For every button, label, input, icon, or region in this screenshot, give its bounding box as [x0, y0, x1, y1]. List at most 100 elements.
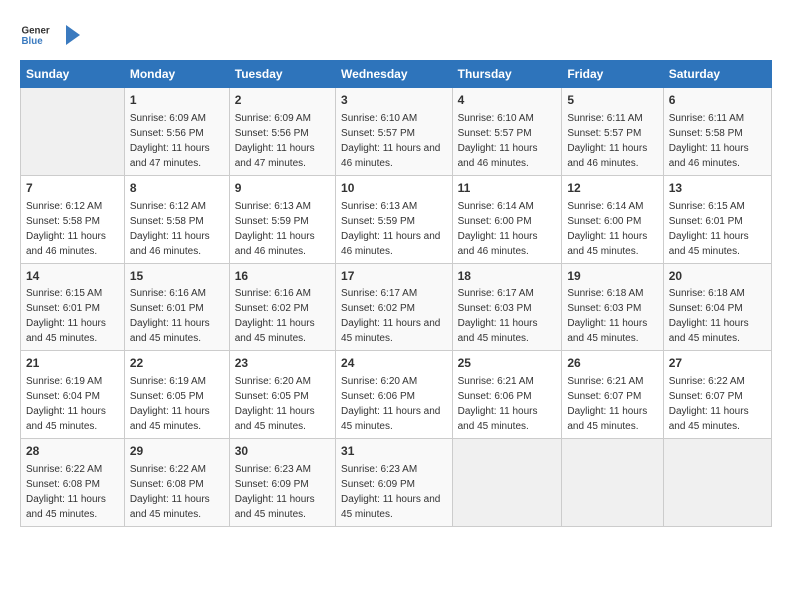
calendar-week-3: 14 Sunrise: 6:15 AMSunset: 6:01 PMDayligh… [21, 263, 772, 351]
calendar-cell [21, 88, 125, 176]
day-number: 23 [235, 355, 330, 372]
col-thursday: Thursday [452, 61, 562, 88]
cell-content: Sunrise: 6:20 AMSunset: 6:06 PMDaylight:… [341, 376, 440, 432]
cell-content: Sunrise: 6:10 AMSunset: 5:57 PMDaylight:… [341, 113, 440, 169]
calendar-cell: 4 Sunrise: 6:10 AMSunset: 5:57 PMDaylight… [452, 88, 562, 176]
col-sunday: Sunday [21, 61, 125, 88]
day-number: 20 [669, 268, 766, 285]
cell-content: Sunrise: 6:09 AMSunset: 5:56 PMDaylight:… [235, 113, 315, 169]
day-number: 24 [341, 355, 447, 372]
cell-content: Sunrise: 6:22 AMSunset: 6:08 PMDaylight:… [130, 464, 210, 520]
cell-content: Sunrise: 6:17 AMSunset: 6:02 PMDaylight:… [341, 288, 440, 344]
calendar-cell: 5 Sunrise: 6:11 AMSunset: 5:57 PMDaylight… [562, 88, 663, 176]
day-number: 29 [130, 443, 224, 460]
col-saturday: Saturday [663, 61, 771, 88]
cell-content: Sunrise: 6:23 AMSunset: 6:09 PMDaylight:… [341, 464, 440, 520]
calendar-table: Sunday Monday Tuesday Wednesday Thursday… [20, 60, 772, 527]
calendar-cell: 22 Sunrise: 6:19 AMSunset: 6:05 PMDayligh… [124, 351, 229, 439]
day-number: 31 [341, 443, 447, 460]
calendar-week-5: 28Sunrise: 6:22 AMSunset: 6:08 PMDayligh… [21, 439, 772, 527]
calendar-week-2: 7 Sunrise: 6:12 AMSunset: 5:58 PMDaylight… [21, 175, 772, 263]
cell-content: Sunrise: 6:22 AMSunset: 6:07 PMDaylight:… [669, 376, 749, 432]
day-number: 12 [567, 180, 657, 197]
cell-content: Sunrise: 6:12 AMSunset: 5:58 PMDaylight:… [130, 201, 210, 257]
calendar-cell: 23 Sunrise: 6:20 AMSunset: 6:05 PMDayligh… [229, 351, 335, 439]
cell-content: Sunrise: 6:22 AMSunset: 6:08 PMDaylight:… [26, 464, 106, 520]
cell-content: Sunrise: 6:14 AMSunset: 6:00 PMDaylight:… [458, 201, 538, 257]
col-tuesday: Tuesday [229, 61, 335, 88]
calendar-cell: 18Sunrise: 6:17 AMSunset: 6:03 PMDayligh… [452, 263, 562, 351]
logo: General Blue [20, 20, 86, 50]
day-number: 7 [26, 180, 119, 197]
logo-arrow-icon [58, 21, 86, 49]
day-number: 26 [567, 355, 657, 372]
cell-content: Sunrise: 6:19 AMSunset: 6:05 PMDaylight:… [130, 376, 210, 432]
calendar-cell: 28Sunrise: 6:22 AMSunset: 6:08 PMDayligh… [21, 439, 125, 527]
cell-content: Sunrise: 6:16 AMSunset: 6:01 PMDaylight:… [130, 288, 210, 344]
calendar-cell: 24 Sunrise: 6:20 AMSunset: 6:06 PMDayligh… [336, 351, 453, 439]
calendar-cell [452, 439, 562, 527]
day-number: 10 [341, 180, 447, 197]
calendar-cell: 9 Sunrise: 6:13 AMSunset: 5:59 PMDaylight… [229, 175, 335, 263]
cell-content: Sunrise: 6:11 AMSunset: 5:57 PMDaylight:… [567, 113, 647, 169]
day-number: 4 [458, 92, 557, 109]
calendar-cell: 3 Sunrise: 6:10 AMSunset: 5:57 PMDaylight… [336, 88, 453, 176]
cell-content: Sunrise: 6:20 AMSunset: 6:05 PMDaylight:… [235, 376, 315, 432]
calendar-cell: 27Sunrise: 6:22 AMSunset: 6:07 PMDayligh… [663, 351, 771, 439]
cell-content: Sunrise: 6:19 AMSunset: 6:04 PMDaylight:… [26, 376, 106, 432]
cell-content: Sunrise: 6:14 AMSunset: 6:00 PMDaylight:… [567, 201, 647, 257]
day-number: 3 [341, 92, 447, 109]
day-number: 2 [235, 92, 330, 109]
cell-content: Sunrise: 6:13 AMSunset: 5:59 PMDaylight:… [341, 201, 440, 257]
cell-content: Sunrise: 6:09 AMSunset: 5:56 PMDaylight:… [130, 113, 210, 169]
calendar-cell: 20 Sunrise: 6:18 AMSunset: 6:04 PMDayligh… [663, 263, 771, 351]
calendar-week-1: 1Sunrise: 6:09 AMSunset: 5:56 PMDaylight… [21, 88, 772, 176]
calendar-cell: 11Sunrise: 6:14 AMSunset: 6:00 PMDayligh… [452, 175, 562, 263]
calendar-cell: 1Sunrise: 6:09 AMSunset: 5:56 PMDaylight… [124, 88, 229, 176]
day-number: 16 [235, 268, 330, 285]
day-number: 15 [130, 268, 224, 285]
day-number: 6 [669, 92, 766, 109]
day-number: 30 [235, 443, 330, 460]
cell-content: Sunrise: 6:16 AMSunset: 6:02 PMDaylight:… [235, 288, 315, 344]
day-number: 8 [130, 180, 224, 197]
day-number: 22 [130, 355, 224, 372]
calendar-cell: 14 Sunrise: 6:15 AMSunset: 6:01 PMDayligh… [21, 263, 125, 351]
calendar-cell: 31 Sunrise: 6:23 AMSunset: 6:09 PMDayligh… [336, 439, 453, 527]
calendar-week-4: 21 Sunrise: 6:19 AMSunset: 6:04 PMDayligh… [21, 351, 772, 439]
cell-content: Sunrise: 6:21 AMSunset: 6:06 PMDaylight:… [458, 376, 538, 432]
cell-content: Sunrise: 6:15 AMSunset: 6:01 PMDaylight:… [26, 288, 106, 344]
cell-content: Sunrise: 6:17 AMSunset: 6:03 PMDaylight:… [458, 288, 538, 344]
calendar-body: 1Sunrise: 6:09 AMSunset: 5:56 PMDaylight… [21, 88, 772, 527]
calendar-cell: 12 Sunrise: 6:14 AMSunset: 6:00 PMDayligh… [562, 175, 663, 263]
calendar-cell [663, 439, 771, 527]
calendar-cell: 30Sunrise: 6:23 AMSunset: 6:09 PMDayligh… [229, 439, 335, 527]
calendar-cell: 10 Sunrise: 6:13 AMSunset: 5:59 PMDayligh… [336, 175, 453, 263]
svg-text:General: General [22, 26, 51, 37]
page-header: General Blue [20, 20, 772, 50]
header-row: Sunday Monday Tuesday Wednesday Thursday… [21, 61, 772, 88]
day-number: 9 [235, 180, 330, 197]
cell-content: Sunrise: 6:18 AMSunset: 6:03 PMDaylight:… [567, 288, 647, 344]
calendar-cell: 6 Sunrise: 6:11 AMSunset: 5:58 PMDaylight… [663, 88, 771, 176]
calendar-cell: 21 Sunrise: 6:19 AMSunset: 6:04 PMDayligh… [21, 351, 125, 439]
cell-content: Sunrise: 6:18 AMSunset: 6:04 PMDaylight:… [669, 288, 749, 344]
day-number: 25 [458, 355, 557, 372]
col-wednesday: Wednesday [336, 61, 453, 88]
calendar-cell: 13Sunrise: 6:15 AMSunset: 6:01 PMDayligh… [663, 175, 771, 263]
cell-content: Sunrise: 6:12 AMSunset: 5:58 PMDaylight:… [26, 201, 106, 257]
cell-content: Sunrise: 6:13 AMSunset: 5:59 PMDaylight:… [235, 201, 315, 257]
calendar-cell: 25 Sunrise: 6:21 AMSunset: 6:06 PMDayligh… [452, 351, 562, 439]
cell-content: Sunrise: 6:10 AMSunset: 5:57 PMDaylight:… [458, 113, 538, 169]
calendar-cell: 7 Sunrise: 6:12 AMSunset: 5:58 PMDaylight… [21, 175, 125, 263]
cell-content: Sunrise: 6:21 AMSunset: 6:07 PMDaylight:… [567, 376, 647, 432]
cell-content: Sunrise: 6:11 AMSunset: 5:58 PMDaylight:… [669, 113, 749, 169]
day-number: 14 [26, 268, 119, 285]
calendar-cell: 15 Sunrise: 6:16 AMSunset: 6:01 PMDayligh… [124, 263, 229, 351]
day-number: 21 [26, 355, 119, 372]
calendar-cell: 29 Sunrise: 6:22 AMSunset: 6:08 PMDayligh… [124, 439, 229, 527]
day-number: 19 [567, 268, 657, 285]
day-number: 5 [567, 92, 657, 109]
calendar-header: Sunday Monday Tuesday Wednesday Thursday… [21, 61, 772, 88]
calendar-cell [562, 439, 663, 527]
